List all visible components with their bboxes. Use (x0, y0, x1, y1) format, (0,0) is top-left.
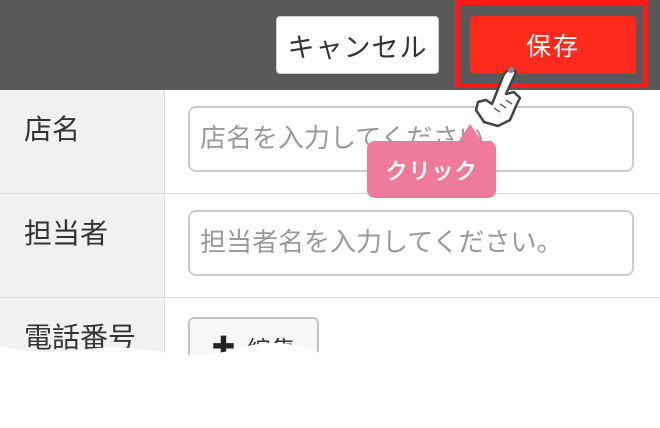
row-label-cell: 担当者 (0, 194, 165, 297)
form-row-phone-number: 電話番号 ✚ 編集 (0, 298, 660, 402)
row-label-cell: 店名 (0, 90, 165, 193)
cancel-button[interactable]: キャンセル (276, 16, 439, 74)
person-in-charge-input[interactable] (188, 210, 634, 276)
save-button[interactable]: 保存 (470, 16, 636, 74)
phone-number-label: 電話番号 (24, 321, 137, 354)
edit-label: 編集 (247, 335, 296, 364)
tooltip-tail (458, 124, 482, 142)
page: キャンセル 保存 店名 担当者 電話番号 ✚ 編集 (0, 0, 660, 428)
form-row-store-name: 店名 (0, 90, 660, 194)
header-bar: キャンセル 保存 (0, 0, 660, 90)
edit-phone-button[interactable]: ✚ 編集 (188, 317, 319, 377)
form-row-person-in-charge: 担当者 (0, 194, 660, 298)
plus-icon: ✚ (211, 330, 236, 363)
store-name-label: 店名 (24, 113, 81, 146)
row-label-cell: 電話番号 (0, 298, 165, 402)
person-in-charge-label: 担当者 (24, 217, 109, 250)
click-tooltip: クリック (367, 141, 496, 198)
